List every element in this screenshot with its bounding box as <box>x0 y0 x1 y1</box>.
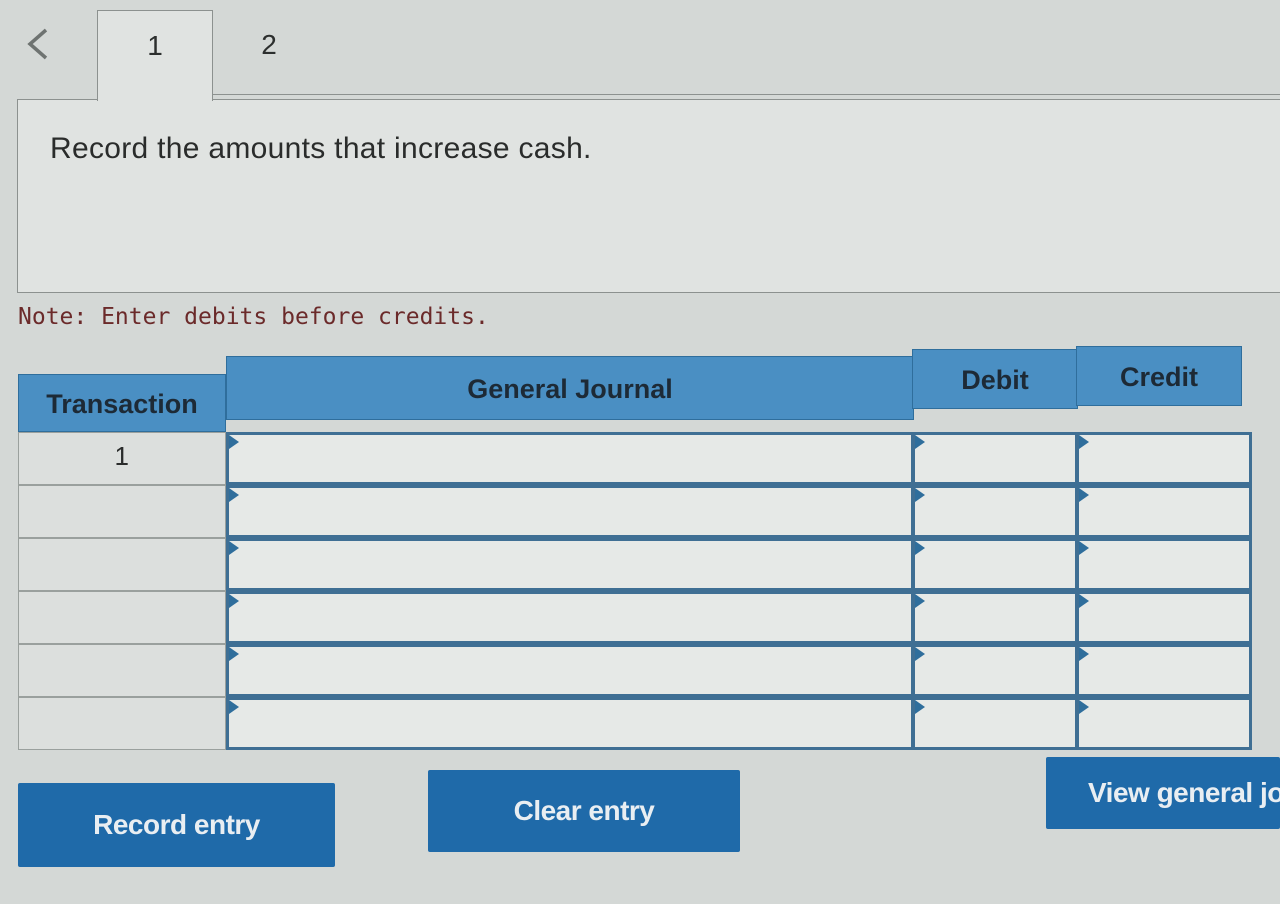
transaction-cell <box>18 538 226 591</box>
transaction-cell <box>18 591 226 644</box>
transaction-cell <box>18 485 226 538</box>
credit-input[interactable] <box>1076 591 1252 644</box>
record-entry-button[interactable]: Record entry <box>18 783 335 867</box>
account-input[interactable] <box>226 485 914 538</box>
transaction-cell: 1 <box>18 432 226 485</box>
account-input[interactable] <box>226 538 914 591</box>
header-credit: Credit <box>1076 346 1242 406</box>
table-row <box>18 644 1252 697</box>
account-input[interactable] <box>226 591 914 644</box>
header-debit: Debit <box>912 349 1078 409</box>
chevron-left-icon[interactable] <box>22 24 62 64</box>
debit-input[interactable] <box>912 591 1078 644</box>
debit-input[interactable] <box>912 538 1078 591</box>
credit-input[interactable] <box>1076 432 1252 485</box>
clear-entry-button[interactable]: Clear entry <box>428 770 740 852</box>
credit-input[interactable] <box>1076 485 1252 538</box>
prompt-text: Record the amounts that increase cash. <box>50 132 592 165</box>
journal-header-row: Transaction General Journal Debit Credit <box>18 346 1252 432</box>
transaction-cell <box>18 644 226 697</box>
table-row <box>18 591 1252 644</box>
debit-input[interactable] <box>912 432 1078 485</box>
table-row <box>18 485 1252 538</box>
table-row <box>18 538 1252 591</box>
table-row: 1 <box>18 432 1252 485</box>
debit-input[interactable] <box>912 697 1078 750</box>
tab-2[interactable]: 2 <box>212 10 326 100</box>
header-general-journal: General Journal <box>226 356 914 420</box>
note-text: Note: Enter debits before credits. <box>18 304 489 330</box>
prompt-panel: Record the amounts that increase cash. <box>17 99 1280 293</box>
credit-input[interactable] <box>1076 644 1252 697</box>
credit-input[interactable] <box>1076 538 1252 591</box>
journal-body: 1 <box>18 432 1252 750</box>
transaction-cell <box>18 697 226 750</box>
debit-input[interactable] <box>912 485 1078 538</box>
account-input[interactable] <box>226 644 914 697</box>
header-transaction: Transaction <box>18 374 226 432</box>
tab-divider <box>212 94 1280 95</box>
table-row <box>18 697 1252 750</box>
journal-table: Transaction General Journal Debit Credit… <box>18 346 1252 753</box>
credit-input[interactable] <box>1076 697 1252 750</box>
tab-bar: 1 2 <box>0 0 1280 101</box>
tab-1[interactable]: 1 <box>97 10 213 101</box>
view-general-journal-button[interactable]: View general jo <box>1046 757 1280 829</box>
debit-input[interactable] <box>912 644 1078 697</box>
account-input[interactable] <box>226 697 914 750</box>
account-input[interactable] <box>226 432 914 485</box>
